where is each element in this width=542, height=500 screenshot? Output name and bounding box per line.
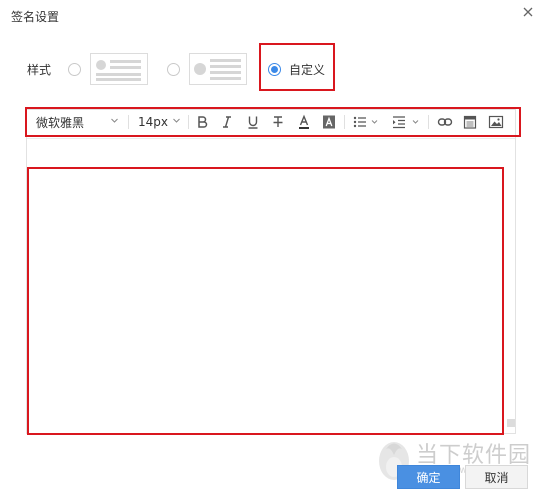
font-family-value: 微软雅黑	[36, 115, 85, 130]
custom-option-label[interactable]: 自定义	[289, 61, 325, 78]
strikethrough-icon[interactable]	[269, 113, 287, 131]
toolbar-divider-line	[27, 138, 515, 139]
toolbar-divider	[344, 115, 345, 129]
highlight-color-icon[interactable]	[320, 113, 338, 131]
style-thumbnail-1[interactable]	[90, 53, 148, 85]
chevron-down-icon	[111, 118, 118, 123]
content-area-highlight	[27, 167, 504, 435]
underline-icon[interactable]	[244, 113, 262, 131]
style-radio-2[interactable]	[167, 63, 180, 76]
toolbar-divider	[188, 115, 189, 129]
style-thumbnail-2[interactable]	[189, 53, 247, 85]
italic-icon[interactable]	[218, 113, 236, 131]
dialog-title: 签名设置	[11, 10, 60, 24]
style-radio-1[interactable]	[68, 63, 81, 76]
toolbar-divider	[428, 115, 429, 129]
chevron-down-icon	[173, 118, 180, 123]
resize-grip[interactable]	[507, 419, 515, 427]
font-family-select[interactable]: 微软雅黑	[36, 112, 122, 132]
calendar-icon[interactable]	[461, 113, 479, 131]
custom-radio[interactable]	[268, 63, 281, 76]
font-size-value: 14px	[138, 115, 168, 129]
ok-button[interactable]: 确定	[397, 465, 460, 489]
cancel-button[interactable]: 取消	[465, 465, 528, 489]
indent-icon[interactable]	[390, 113, 420, 131]
font-size-select[interactable]: 14px	[138, 112, 184, 132]
style-label: 样式	[27, 63, 52, 77]
close-icon[interactable]	[521, 5, 535, 19]
signature-settings-dialog: 签名设置 样式 自定义 微软雅黑 14px 当下软件园 确定 取消	[0, 0, 542, 500]
bold-icon[interactable]	[193, 113, 211, 131]
link-icon[interactable]	[436, 113, 454, 131]
font-color-icon[interactable]	[295, 113, 313, 131]
bulleted-list-icon[interactable]	[351, 113, 381, 131]
toolbar-divider	[128, 115, 129, 129]
image-icon[interactable]	[487, 113, 505, 131]
